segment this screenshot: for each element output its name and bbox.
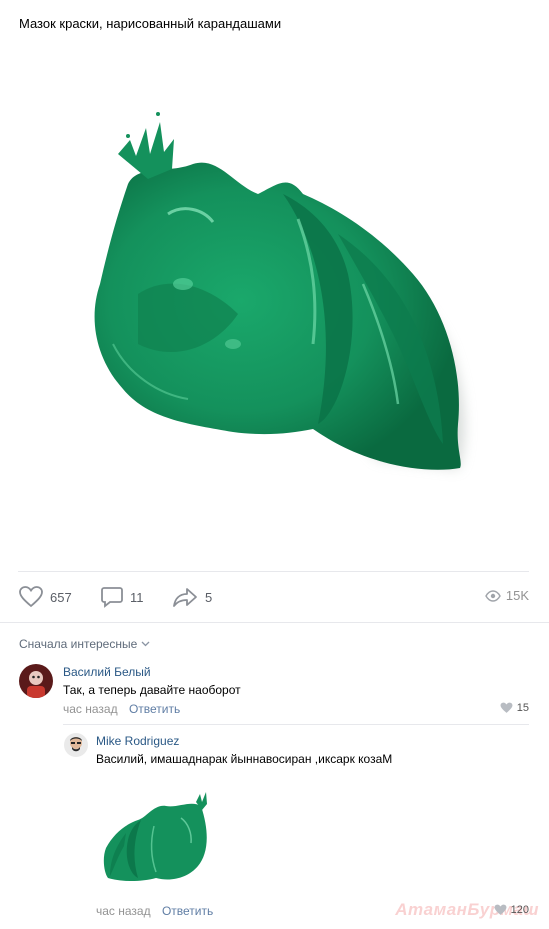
- avatar[interactable]: [64, 733, 88, 757]
- comment-text: Так, а теперь давайте наоборот: [63, 683, 241, 697]
- chevron-down-icon: [141, 641, 150, 647]
- views-counter: 15K: [485, 588, 529, 603]
- share-count: 5: [205, 589, 213, 605]
- comment-time: час назад: [96, 904, 151, 918]
- share-icon: [173, 588, 197, 607]
- heart-icon: [500, 702, 513, 713]
- comment-like-button[interactable]: 15: [500, 702, 529, 714]
- views-count: 15K: [505, 588, 529, 603]
- comment-like-count: 120: [510, 904, 529, 916]
- avatar[interactable]: [19, 664, 53, 698]
- comment-author[interactable]: Mike Rodriguez: [96, 734, 179, 748]
- comments-sort-dropdown[interactable]: Сначала интересные: [19, 637, 150, 651]
- comments-sort-label: Сначала интересные: [19, 637, 138, 651]
- heart-icon: [494, 904, 507, 915]
- heart-icon: [19, 586, 43, 608]
- like-count: 657: [50, 589, 72, 605]
- comment-count: 11: [130, 589, 144, 605]
- divider: [63, 724, 529, 725]
- comment-meta: час назад Ответить: [96, 904, 213, 918]
- comment-icon: [101, 587, 123, 608]
- like-button[interactable]: 657: [19, 586, 72, 608]
- reply-button[interactable]: Ответить: [162, 904, 213, 918]
- eye-icon: [485, 589, 501, 602]
- paint-stroke-image: [94, 112, 465, 470]
- post-title: Мазок краски, нарисованный карандашами: [19, 16, 282, 31]
- comment-button[interactable]: 11: [101, 586, 144, 608]
- comment-like-button[interactable]: 120: [494, 904, 529, 916]
- comment-author[interactable]: Василий Белый: [63, 665, 151, 679]
- comment-time: час назад: [63, 702, 118, 716]
- comment-meta: час назад Ответить: [63, 702, 180, 716]
- reply-button[interactable]: Ответить: [129, 702, 180, 716]
- share-button[interactable]: 5: [172, 586, 212, 608]
- comment-text: Василий, имашаднарак йыннавосиран ,иксар…: [96, 752, 393, 766]
- comment-like-count: 15: [516, 702, 529, 714]
- comment-attachment-image[interactable]: [96, 788, 216, 888]
- divider: [18, 571, 529, 572]
- post-image[interactable]: [18, 44, 529, 558]
- mirrored-paint-stroke-image: [103, 792, 207, 881]
- divider: [0, 622, 549, 623]
